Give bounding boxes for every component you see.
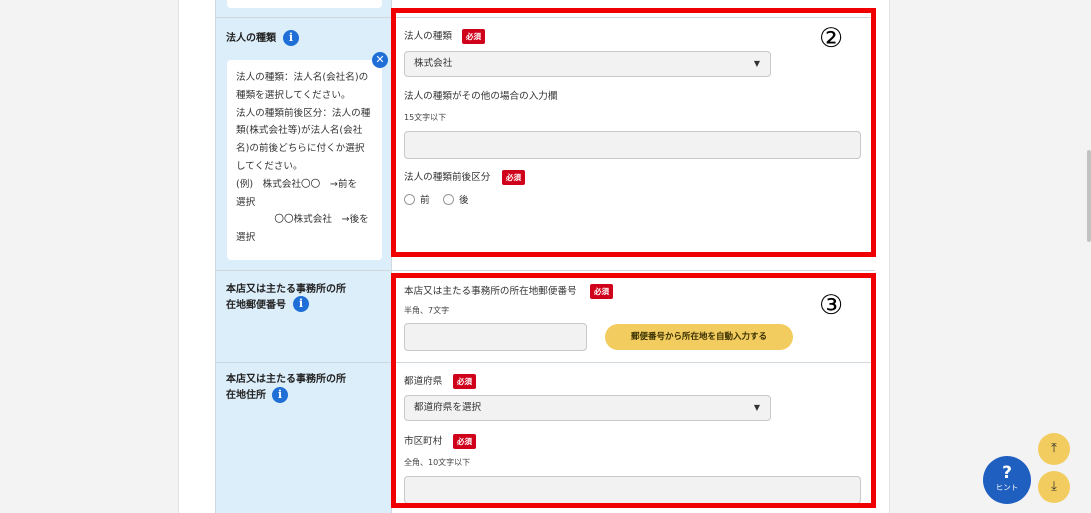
info-icon[interactable]: i [283,30,299,46]
hint-button[interactable]: ? ヒント [983,456,1031,504]
annotation-number-3: ③ [819,290,844,321]
hint-button-label: ヒント [995,483,1019,492]
question-icon: ? [1002,463,1012,483]
postal-label-line2: 在地郵便番号 [226,300,286,311]
close-icon[interactable]: ✕ [372,52,388,68]
arrow-to-bottom-icon[interactable]: ⤓ [1038,471,1070,503]
address-label-line1: 本店又は主たる事務所の所 [226,374,346,385]
corporation-type-label: 法人の種類 [226,33,276,44]
previous-tooltip-box [227,0,382,8]
info-icon[interactable]: i [293,296,309,312]
info-icon[interactable]: i [272,387,288,403]
annotation-box-2 [391,8,876,257]
postal-label-line1: 本店又は主たる事務所の所 [226,284,346,295]
column-divider [215,0,216,513]
corporation-type-tooltip: 法人の種類：法人名(会社名)の 種類を選択してください。 法人の種類前後区分：法… [227,60,382,260]
annotation-box-3 [391,273,876,508]
scrollbar-thumb[interactable] [1087,150,1091,242]
address-label-line2: 在地住所 [226,390,266,401]
arrow-to-top-icon[interactable]: ⤒ [1038,433,1070,465]
row-divider [215,270,875,271]
tooltip-text: 法人の種類：法人名(会社名)の 種類を選択してください。 法人の種類前後区分：法… [236,72,371,244]
annotation-number-2: ② [819,23,844,54]
